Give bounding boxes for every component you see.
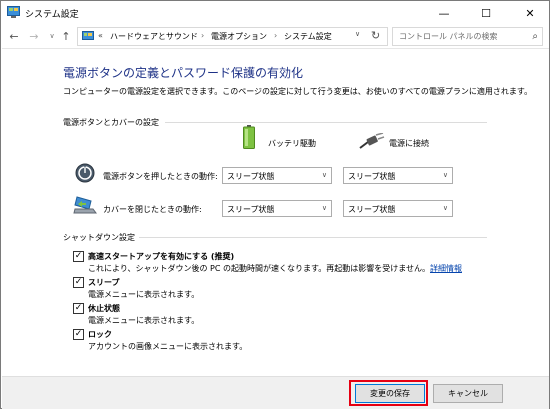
lock-checkbox[interactable]: ✓ [73, 329, 84, 340]
breadcrumb-separator: › [274, 31, 278, 40]
recent-locations-chevron-icon[interactable]: ∨ [45, 28, 59, 44]
plugged-column-header: 電源に接続 [389, 139, 429, 148]
chevron-down-icon: ∨ [321, 204, 327, 212]
select-value: スリープ状態 [227, 205, 275, 214]
fast-startup-desc-text: これにより、シャットダウン後の PC の起動時間が速くなります。再起動は影響を受… [88, 264, 430, 273]
sleep-description: 電源メニューに表示されます。 [88, 290, 200, 299]
sleep-checkbox[interactable]: ✓ [73, 277, 84, 288]
fast-startup-description: これにより、シャットダウン後の PC の起動時間が速くなります。再起動は影響を受… [88, 263, 462, 274]
power-button-plugged-select[interactable]: スリープ状態 ∨ [343, 167, 453, 184]
cancel-button[interactable]: キャンセル [433, 384, 503, 403]
battery-icon [243, 125, 255, 149]
group-divider [165, 122, 487, 123]
shutdown-group-title: シャットダウン設定 [63, 233, 135, 242]
search-input[interactable]: コントロール パネルの検索 ⌕ [392, 27, 543, 46]
title-bar: システム設定 — ☐ ✕ [1, 1, 549, 25]
hibernate-label[interactable]: 休止状態 [88, 303, 120, 314]
select-value: スリープ状態 [227, 172, 275, 181]
refresh-icon[interactable]: ↻ [371, 29, 380, 42]
system-settings-window: システム設定 — ☐ ✕ ← → ∨ ↑ « ハードウェアとサウンド › 電源オ… [0, 0, 550, 409]
details-link[interactable]: 詳細情報 [430, 264, 462, 273]
search-icon[interactable]: ⌕ [532, 31, 538, 42]
hibernate-checkbox[interactable]: ✓ [73, 303, 84, 314]
select-value: スリープ状態 [348, 172, 396, 181]
fast-startup-label[interactable]: 高速スタートアップを有効にする (推奨) [88, 251, 234, 262]
lid-close-battery-select[interactable]: スリープ状態 ∨ [222, 200, 332, 217]
page-description: コンピューターの電源設定を選択できます。このページの設定に対して行う変更は、お使… [63, 87, 533, 96]
lock-label[interactable]: ロック [88, 329, 112, 340]
breadcrumb-separator: › [201, 31, 205, 40]
page-title: 電源ボタンの定義とパスワード保護の有効化 [63, 66, 304, 80]
chevron-down-icon: ∨ [442, 171, 448, 179]
power-button-battery-select[interactable]: スリープ状態 ∨ [222, 167, 332, 184]
group-divider [139, 237, 487, 238]
toolbar-divider [2, 48, 549, 49]
close-button[interactable]: ✕ [513, 1, 547, 25]
minimize-button[interactable]: — [427, 1, 461, 25]
laptop-lid-icon [73, 196, 97, 214]
breadcrumb-hardware-sound[interactable]: ハードウェアとサウンド [110, 31, 198, 42]
battery-column-header: バッテリ駆動 [268, 139, 316, 148]
chevron-down-icon: ∨ [442, 204, 448, 212]
sleep-label[interactable]: スリープ [88, 277, 120, 288]
back-arrow-icon[interactable]: ← [7, 28, 21, 44]
control-panel-icon [7, 6, 20, 18]
power-button-action-label: 電源ボタンを押したときの動作: [103, 172, 218, 181]
forward-arrow-icon[interactable]: → [27, 28, 41, 44]
control-panel-icon [82, 31, 94, 40]
power-button-icon [75, 163, 95, 183]
hibernate-description: 電源メニューに表示されます。 [88, 316, 200, 325]
breadcrumb-power-options[interactable]: 電源オプション [211, 31, 267, 42]
power-plug-icon [359, 133, 385, 149]
lid-close-plugged-select[interactable]: スリープ状態 ∨ [343, 200, 453, 217]
window-title: システム設定 [25, 10, 79, 20]
navigation-bar: ← → ∨ ↑ « ハードウェアとサウンド › 電源オプション › システム設定… [1, 25, 549, 47]
breadcrumb-system-settings[interactable]: システム設定 [284, 31, 332, 42]
search-placeholder: コントロール パネルの検索 [399, 32, 498, 41]
lid-close-action-label: カバーを閉じたときの動作: [103, 205, 202, 214]
address-bar[interactable]: « ハードウェアとサウンド › 電源オプション › システム設定 ∨ ↻ [77, 27, 388, 46]
lock-description: アカウントの画像メニューに表示されます。 [88, 342, 248, 351]
fast-startup-checkbox[interactable]: ✓ [73, 251, 84, 262]
up-arrow-icon[interactable]: ↑ [59, 28, 73, 44]
save-button-highlight [349, 380, 428, 406]
select-value: スリープ状態 [348, 205, 396, 214]
address-chevron-down-icon[interactable]: ∨ [355, 30, 360, 38]
chevron-down-icon: ∨ [321, 171, 327, 179]
breadcrumb-overflow[interactable]: « [98, 31, 103, 40]
footer-bar: 変更の保存 キャンセル [2, 376, 549, 409]
maximize-button[interactable]: ☐ [469, 1, 503, 25]
power-group-title: 電源ボタンとカバーの設定 [63, 118, 159, 127]
